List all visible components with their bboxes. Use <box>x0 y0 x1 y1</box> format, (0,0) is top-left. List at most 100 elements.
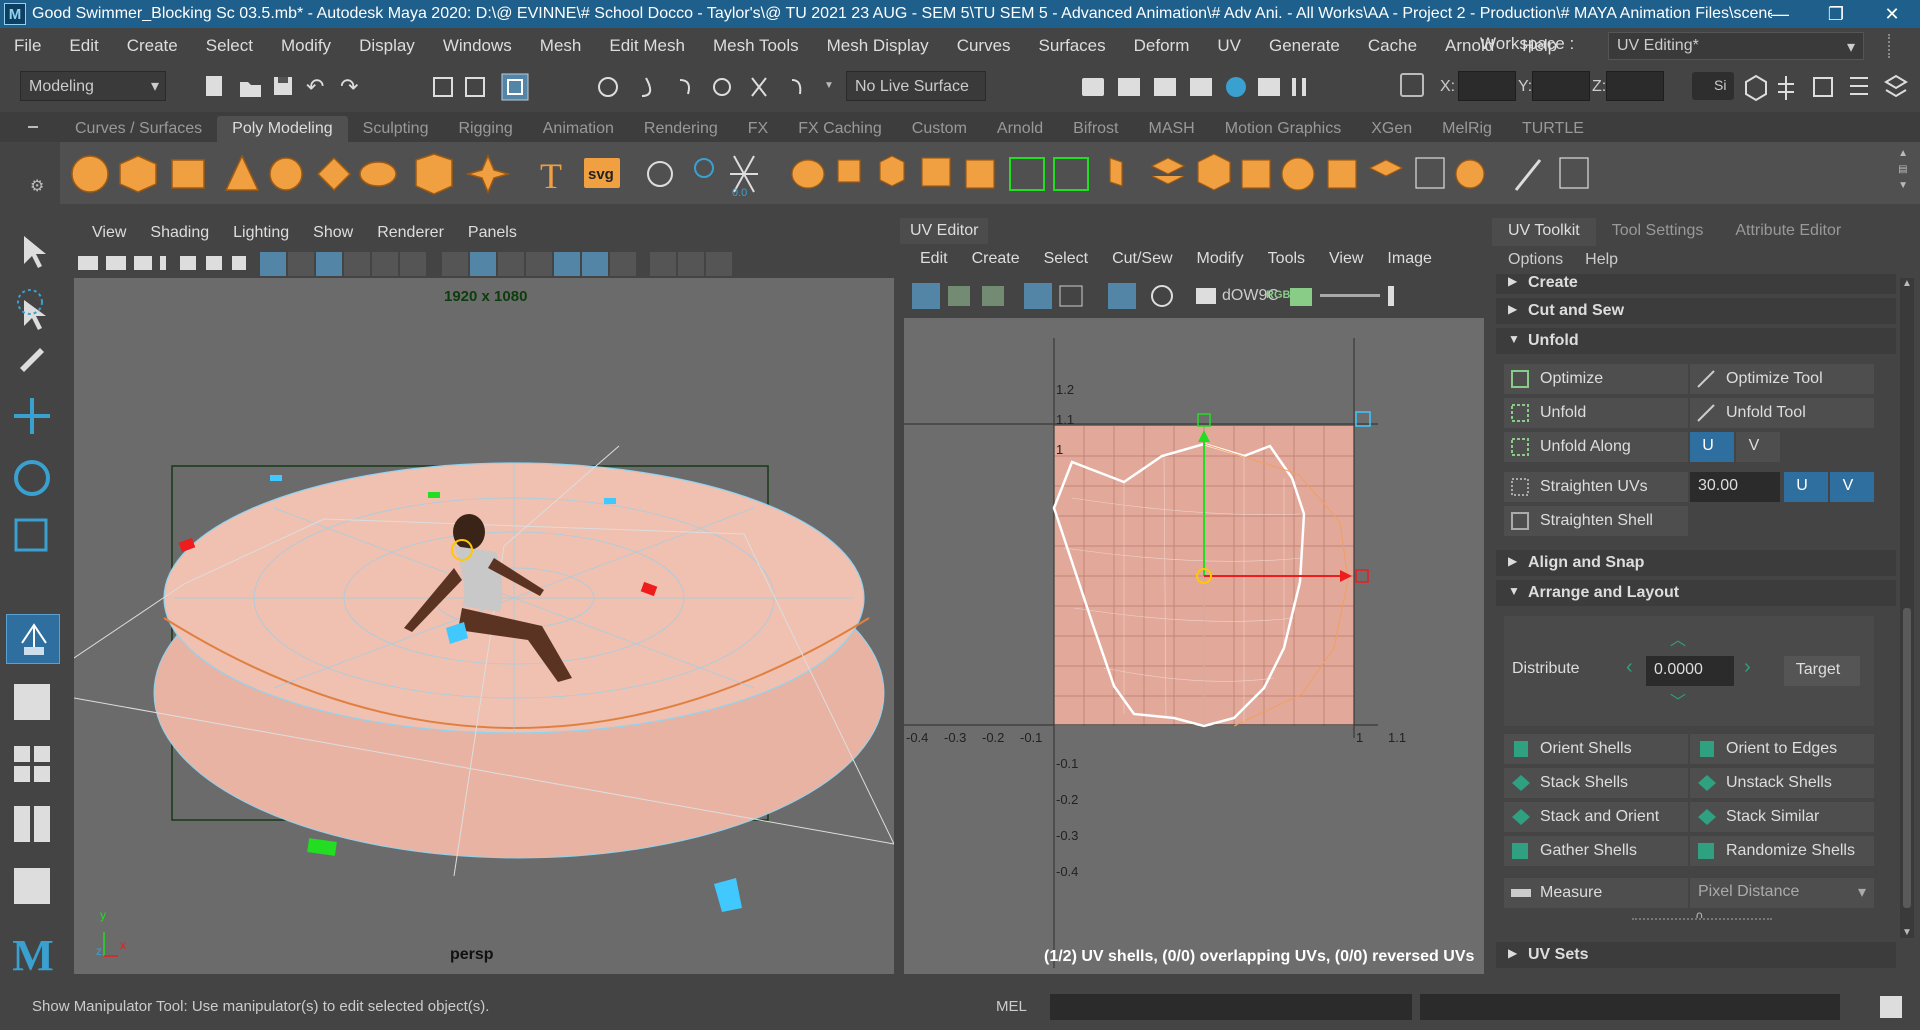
script-editor-icon[interactable] <box>1880 996 1902 1018</box>
shelf-tab-melrig[interactable]: MelRig <box>1427 116 1507 142</box>
toolkit-scrollbar[interactable]: ▲ ▼ <box>1900 278 1914 938</box>
viewport-menu-panels[interactable]: Panels <box>456 224 529 242</box>
y-field[interactable] <box>1532 71 1590 101</box>
uv-menu-modify[interactable]: Modify <box>1185 250 1256 268</box>
undo-icon[interactable]: ↶ <box>306 74 334 102</box>
section-align-and-snap[interactable]: ▶ Align and Snap <box>1496 550 1896 576</box>
tab-tool-settings[interactable]: Tool Settings <box>1596 218 1720 246</box>
close-button[interactable]: ✕ <box>1864 0 1920 28</box>
straighten-u-toggle[interactable]: U <box>1784 472 1828 502</box>
orient-shells-button[interactable]: Orient Shells <box>1504 734 1688 764</box>
viewport-toolbar[interactable] <box>70 248 896 278</box>
panel-grip-icon[interactable] <box>1888 34 1896 58</box>
menuset-dropdown[interactable]: Modeling ▾ <box>20 71 166 101</box>
optimize-tool-button[interactable]: Optimize Tool <box>1690 364 1874 394</box>
sign-in-button[interactable]: Si <box>1692 72 1734 100</box>
shelf-tab-bifrost[interactable]: Bifrost <box>1058 116 1133 142</box>
shelf-tab-arnold[interactable]: Arnold <box>982 116 1058 142</box>
unfold-tool-button[interactable]: Unfold Tool <box>1690 398 1874 428</box>
menu-edit-mesh[interactable]: Edit Mesh <box>595 36 699 56</box>
shelf-tab-custom[interactable]: Custom <box>897 116 982 142</box>
tab-uv-toolkit[interactable]: UV Toolkit <box>1492 218 1596 246</box>
x-field[interactable] <box>1458 71 1516 101</box>
chevron-down-icon[interactable]: ▼ <box>824 80 834 91</box>
unfold-along-u-toggle[interactable]: U <box>1690 432 1734 462</box>
stack-and-orient-button[interactable]: Stack and Orient <box>1504 802 1688 832</box>
select-mode-icons[interactable] <box>430 72 540 102</box>
straighten-shell-button[interactable]: Straighten Shell <box>1504 506 1688 536</box>
rgb-toggle[interactable]: RGB <box>1266 289 1290 301</box>
optimize-button[interactable]: Optimize <box>1504 364 1688 394</box>
menu-windows[interactable]: Windows <box>429 36 526 56</box>
shelf-tab-fx[interactable]: FX <box>733 116 783 142</box>
uv-menu-tools[interactable]: Tools <box>1256 250 1317 268</box>
workspace-dropdown[interactable]: UV Editing* ▾ <box>1608 32 1864 60</box>
mel-label[interactable]: MEL <box>996 998 1027 1015</box>
menu-modify[interactable]: Modify <box>267 36 345 56</box>
viewport-menu-show[interactable]: Show <box>301 224 365 242</box>
chevron-left-icon[interactable]: ‹ <box>1626 656 1633 679</box>
shelf-tab-fx-caching[interactable]: FX Caching <box>783 116 897 142</box>
shelf-tab-rendering[interactable]: Rendering <box>629 116 733 142</box>
menu-file[interactable]: File <box>0 36 55 56</box>
shelf-tab-motion-graphics[interactable]: Motion Graphics <box>1210 116 1357 142</box>
scroll-down-icon[interactable]: ▼ <box>1902 927 1912 938</box>
viewport-menu-view[interactable]: View <box>80 224 138 242</box>
shelf-collapse-icon[interactable] <box>28 126 38 128</box>
target-button[interactable]: Target <box>1784 656 1860 686</box>
section-cut-and-sew[interactable]: ▶ Cut and Sew <box>1496 298 1896 324</box>
sidebar-toggle-icon[interactable] <box>1400 73 1424 97</box>
straighten-angle-field[interactable]: 30.00 <box>1690 472 1780 502</box>
panel-toggle-icons[interactable] <box>1742 72 1912 102</box>
unfold-button[interactable]: Unfold <box>1504 398 1688 428</box>
stack-similar-button[interactable]: Stack Similar <box>1690 802 1874 832</box>
shelf-tab-sculpting[interactable]: Sculpting <box>348 116 444 142</box>
section-unfold[interactable]: ▼ Unfold <box>1496 328 1896 354</box>
uv-menu-image[interactable]: Image <box>1375 250 1443 268</box>
menu-edit[interactable]: Edit <box>55 36 112 56</box>
menu-mesh[interactable]: Mesh <box>526 36 596 56</box>
tab-attribute-editor[interactable]: Attribute Editor <box>1719 218 1857 246</box>
pixel-distance-dropdown[interactable]: Pixel Distance ▾ <box>1690 878 1874 908</box>
live-surface-field[interactable]: No Live Surface <box>846 71 986 101</box>
minimize-button[interactable]: — <box>1752 0 1808 28</box>
shelf-tab-mash[interactable]: MASH <box>1134 116 1210 142</box>
chevron-right-icon[interactable]: › <box>1744 656 1751 679</box>
chevron-down-icon[interactable]: ﹀ <box>1670 688 1686 712</box>
unfold-along-v-toggle[interactable]: V <box>1736 432 1780 462</box>
toolkit-menu-help[interactable]: Help <box>1585 251 1640 269</box>
viewport-menu-shading[interactable]: Shading <box>138 224 221 242</box>
stack-shells-button[interactable]: Stack Shells <box>1504 768 1688 798</box>
redo-icon[interactable]: ↷ <box>340 74 368 102</box>
shelf-tab-curves-surfaces[interactable]: Curves / Surfaces <box>60 116 217 142</box>
distribute-field[interactable]: 0.0000 <box>1646 656 1734 686</box>
viewport-menu-lighting[interactable]: Lighting <box>221 224 301 242</box>
chevron-up-icon[interactable]: ︿ <box>1670 626 1686 650</box>
section-arrange-and-layout[interactable]: ▼ Arrange and Layout <box>1496 580 1896 606</box>
menu-cache[interactable]: Cache <box>1354 36 1431 56</box>
menu-select[interactable]: Select <box>192 36 267 56</box>
uv-menu-edit[interactable]: Edit <box>908 250 960 268</box>
menu-display[interactable]: Display <box>345 36 429 56</box>
viewport-canvas[interactable]: 1920 x 1080 y x z persp <box>74 278 894 974</box>
viewport-menu-renderer[interactable]: Renderer <box>365 224 456 242</box>
shelf-scroll-arrows-icon[interactable]: ▲ ▤ ▼ <box>1898 146 1908 194</box>
shelf-tab-poly-modeling[interactable]: Poly Modeling <box>217 116 348 142</box>
section-uv-sets[interactable]: ▶ UV Sets <box>1496 942 1896 968</box>
uv-menu-cut-sew[interactable]: Cut/Sew <box>1100 250 1184 268</box>
menu-mesh-tools[interactable]: Mesh Tools <box>699 36 813 56</box>
menu-surfaces[interactable]: Surfaces <box>1025 36 1120 56</box>
z-field[interactable] <box>1606 71 1664 101</box>
unstack-shells-button[interactable]: Unstack Shells <box>1690 768 1874 798</box>
uv-menu-view[interactable]: View <box>1317 250 1375 268</box>
snap-icons[interactable] <box>596 72 816 102</box>
uv-toolbar-icons[interactable] <box>900 278 1486 314</box>
orient-to-edges-button[interactable]: Orient to Edges <box>1690 734 1874 764</box>
randomize-shells-button[interactable]: Randomize Shells <box>1690 836 1874 866</box>
section-create[interactable]: ▶ Create <box>1496 274 1896 294</box>
shelf-tab-xgen[interactable]: XGen <box>1356 116 1427 142</box>
gear-icon[interactable]: ⚙ <box>30 176 44 196</box>
resize-grip-icon[interactable] <box>1632 918 1772 920</box>
menu-create[interactable]: Create <box>113 36 192 56</box>
uv-menu-select[interactable]: Select <box>1032 250 1100 268</box>
